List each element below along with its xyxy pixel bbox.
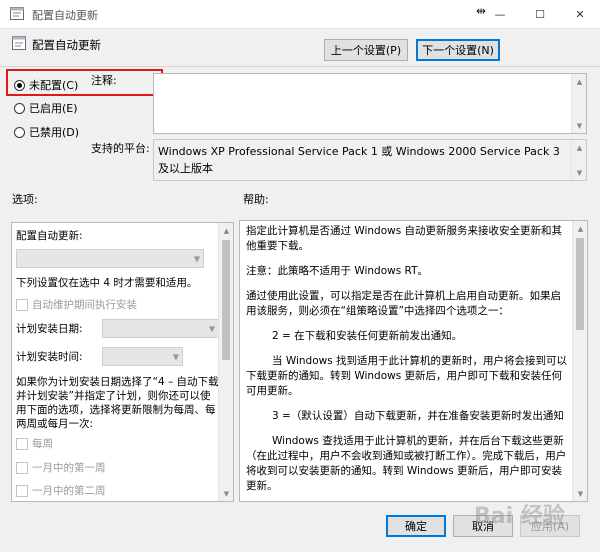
options-panel: 配置自动更新: ▼ 下列设置仅在选中 4 时才需要和适用。 自动维护期间执行安装… bbox=[11, 222, 234, 502]
title-bar: 配置自动更新 ⇹ — ☐ ✕ bbox=[0, 0, 600, 29]
checkbox[interactable] bbox=[16, 437, 28, 450]
help-paragraph: Windows 查找适用于此计算机的更新，并在后台下载这些更新（在此过程中，用户… bbox=[246, 435, 567, 492]
weekly-checkbox[interactable]: 每周 bbox=[16, 436, 53, 451]
radio-label: 已禁用(D) bbox=[29, 126, 80, 139]
help-paragraph: 注意：此策略不适用于 Windows RT。 bbox=[246, 265, 428, 277]
close-button[interactable]: ✕ bbox=[560, 0, 600, 28]
platform-scrollbar[interactable]: ▲ ▼ bbox=[571, 140, 586, 180]
schedule-time-dropdown[interactable]: ▼ bbox=[102, 347, 183, 366]
radio-disabled[interactable]: 已禁用(D) bbox=[14, 124, 79, 140]
comment-label: 注释: bbox=[91, 74, 117, 87]
options-note: 下列设置仅在选中 4 时才需要和适用。 bbox=[16, 277, 198, 289]
scroll-down-icon[interactable]: ▼ bbox=[219, 486, 233, 501]
platform-label: 支持的平台: bbox=[91, 142, 150, 155]
maximize-button[interactable]: ☐ bbox=[520, 0, 560, 28]
radio-label: 已启用(E) bbox=[29, 102, 78, 115]
scroll-thumb[interactable] bbox=[576, 238, 584, 330]
configure-dropdown[interactable]: ▼ bbox=[16, 249, 204, 268]
header-divider bbox=[0, 66, 600, 67]
scroll-down-icon[interactable]: ▼ bbox=[572, 118, 587, 133]
options-long-note: 如果你为计划安装日期选择了“4 – 自动下载并计划安装”并指定了计划，则你还可以… bbox=[16, 376, 219, 430]
help-paragraph: 指定此计算机是否通过 Windows 自动更新服务来接收安全更新和其他重要下载。 bbox=[246, 225, 563, 252]
help-paragraph: 2 = 在下载和安装任何更新前发出通知。 bbox=[272, 330, 463, 342]
chevron-down-icon: ▼ bbox=[193, 254, 200, 263]
scroll-up-icon[interactable]: ▲ bbox=[572, 140, 587, 155]
help-paragraph: 3 =（默认设置）自动下载更新，并在准备安装更新时发出通知 bbox=[272, 410, 564, 422]
checkbox[interactable] bbox=[16, 484, 28, 497]
baidu-watermark: Bai 经验 bbox=[474, 504, 565, 529]
scroll-down-icon[interactable]: ▼ bbox=[572, 165, 587, 180]
schedule-day-label: 计划安装日期: bbox=[16, 323, 83, 335]
schedule-time-label: 计划安装时间: bbox=[16, 351, 83, 363]
radio-enabled[interactable]: 已启用(E) bbox=[14, 100, 78, 116]
help-label: 帮助: bbox=[243, 193, 269, 206]
scroll-thumb[interactable] bbox=[222, 240, 230, 360]
help-panel: 指定此计算机是否通过 Windows 自动更新服务来接收安全更新和其他重要下载。… bbox=[239, 220, 588, 502]
platform-text: Windows XP Professional Service Pack 1 或… bbox=[158, 145, 560, 175]
first-week-checkbox[interactable]: 一月中的第一周 bbox=[16, 460, 106, 475]
radio-button[interactable] bbox=[14, 126, 25, 138]
configure-label: 配置自动更新: bbox=[16, 230, 83, 242]
options-label: 选项: bbox=[12, 193, 38, 206]
policy-icon bbox=[12, 36, 26, 50]
help-paragraph: 当 Windows 找到适用于此计算机的更新时，用户将会接到可以下载更新的通知。… bbox=[246, 355, 568, 397]
scroll-up-icon[interactable]: ▲ bbox=[573, 221, 587, 236]
scroll-down-icon[interactable]: ▼ bbox=[573, 486, 587, 501]
policy-icon bbox=[10, 7, 24, 20]
help-scrollbar[interactable]: ▲ ▼ bbox=[572, 221, 587, 501]
window-title: 配置自动更新 bbox=[32, 9, 98, 22]
comment-scrollbar[interactable]: ▲ ▼ bbox=[571, 74, 586, 133]
checkbox[interactable] bbox=[16, 298, 28, 311]
maintenance-checkbox[interactable]: 自动维护期间执行安装 bbox=[16, 297, 137, 312]
highlight-annotation bbox=[6, 69, 163, 96]
minimize-button[interactable]: — bbox=[480, 0, 520, 28]
help-text: 指定此计算机是否通过 Windows 自动更新服务来接收安全更新和其他重要下载。… bbox=[246, 224, 569, 501]
comment-textarea[interactable]: ▲ ▼ bbox=[153, 73, 587, 134]
radio-button[interactable] bbox=[14, 102, 25, 114]
platform-box: Windows XP Professional Service Pack 1 或… bbox=[153, 139, 587, 181]
setting-title: 配置自动更新 bbox=[32, 38, 101, 52]
scroll-up-icon[interactable]: ▲ bbox=[219, 223, 233, 238]
second-week-checkbox[interactable]: 一月中的第二周 bbox=[16, 483, 106, 498]
options-scrollbar[interactable]: ▲ ▼ bbox=[218, 223, 233, 501]
chevron-down-icon: ▼ bbox=[172, 352, 179, 361]
checkbox[interactable] bbox=[16, 461, 28, 474]
scroll-up-icon[interactable]: ▲ bbox=[572, 74, 587, 89]
ok-button[interactable]: 确定 bbox=[386, 515, 446, 537]
help-paragraph: 通过使用此设置，可以指定是否在此计算机上启用自动更新。如果启用该服务，则必须在“… bbox=[246, 290, 561, 317]
next-setting-button[interactable]: 下一个设置(N) bbox=[416, 39, 500, 61]
previous-setting-button[interactable]: 上一个设置(P) bbox=[324, 39, 408, 61]
schedule-day-dropdown[interactable]: ▼ bbox=[102, 319, 219, 338]
chevron-down-icon: ▼ bbox=[208, 324, 215, 333]
